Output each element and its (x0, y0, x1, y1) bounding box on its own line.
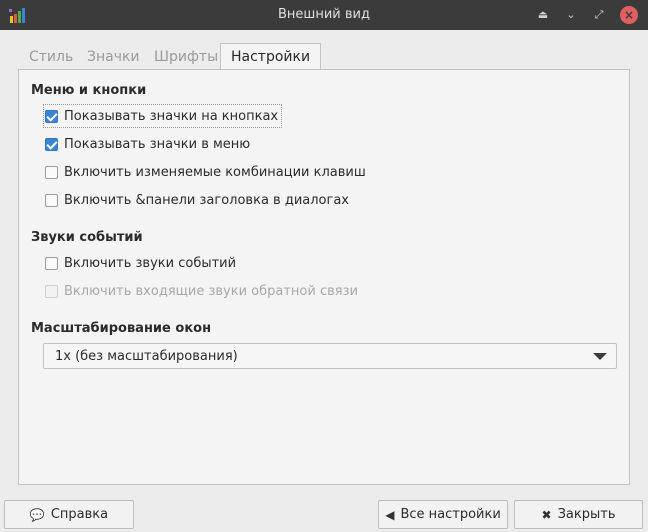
back-arrow-icon: ◀ (385, 507, 395, 522)
keep-above-icon[interactable]: ⏏ (534, 6, 552, 24)
menus-section-title: Меню и кнопки (31, 83, 147, 98)
tab-fonts[interactable]: Шрифты (154, 44, 218, 70)
checkbox-box (45, 284, 58, 298)
dropdown-arrow-icon[interactable] (593, 353, 607, 360)
show-icons-in-menu-checkbox[interactable]: Показывать значки в меню (45, 134, 250, 154)
close-x-icon: ✖ (541, 507, 552, 522)
sounds-section-title: Звуки событий (31, 230, 143, 245)
checkbox-box[interactable] (45, 165, 58, 179)
checkbox-label: Показывать значки на кнопках (64, 108, 279, 124)
help-label: Справка (50, 507, 109, 522)
checkbox-label: Включить звуки событий (64, 255, 237, 271)
checkbox-box[interactable] (45, 109, 58, 123)
tab-settings[interactable]: Настройки (220, 43, 322, 71)
scaling-section-title: Масштабирование окон (31, 321, 212, 336)
event-sounds-checkbox[interactable]: Включить звуки событий (45, 253, 236, 273)
checkbox-box[interactable] (45, 137, 58, 151)
window-scaling-select[interactable]: 1x (без масштабирования) (43, 343, 617, 369)
dialog-header-bars-checkbox[interactable]: Включить &панели заголовка в диалогах (45, 190, 349, 210)
all-settings-label: Все настройки (400, 507, 501, 522)
checkbox-box[interactable] (45, 193, 58, 207)
checkbox-box[interactable] (45, 256, 58, 270)
settings-panel: Меню и кнопки Показывать значки на кнопк… (18, 69, 630, 485)
checkbox-label: Включить входящие звуки обратной связи (64, 283, 358, 299)
close-label: Закрыть (557, 507, 616, 522)
tab-icons[interactable]: Значки (87, 44, 140, 70)
checkbox-label: Включить &панели заголовка в диалогах (64, 192, 349, 208)
help-icon: 💬 (29, 507, 45, 522)
close-button[interactable]: ✖ Закрыть (514, 500, 643, 529)
help-button[interactable]: 💬 Справка (4, 500, 134, 529)
show-icons-on-buttons-checkbox[interactable]: Показывать значки на кнопках (42, 104, 283, 128)
appearance-window: Внешний вид ⏏ ⌄ ⤢ × Стиль Значки Шрифты … (0, 0, 648, 532)
editable-shortcuts-checkbox[interactable]: Включить изменяемые комбинации клавиш (45, 162, 366, 182)
checkbox-label: Включить изменяемые комбинации клавиш (64, 164, 366, 180)
checkbox-label: Показывать значки в меню (64, 136, 251, 152)
all-settings-button[interactable]: ◀ Все настройки (378, 500, 508, 529)
maximize-icon[interactable]: ⤢ (590, 6, 608, 24)
minimize-icon[interactable]: ⌄ (562, 6, 580, 24)
input-feedback-sounds-checkbox: Включить входящие звуки обратной связи (45, 281, 358, 301)
title-bar[interactable]: Внешний вид ⏏ ⌄ ⤢ × (0, 0, 648, 30)
select-value: 1x (без масштабирования) (55, 348, 238, 364)
tab-style[interactable]: Стиль (29, 44, 73, 70)
close-window-icon[interactable]: × (620, 6, 638, 24)
